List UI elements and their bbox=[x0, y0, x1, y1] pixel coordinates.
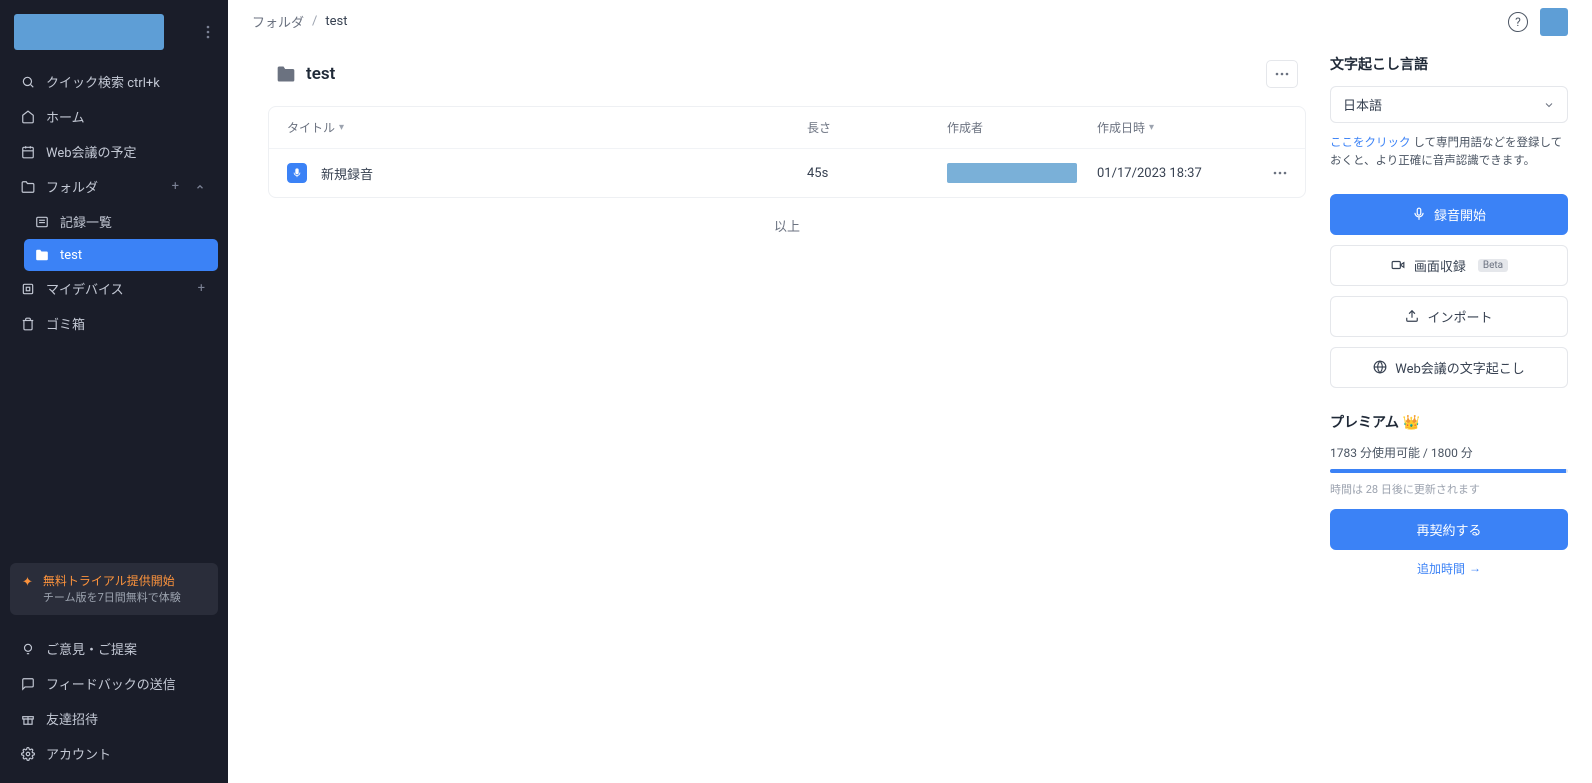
calendar-icon bbox=[20, 144, 36, 160]
trash-icon bbox=[20, 316, 36, 332]
nav-account-label: アカウント bbox=[46, 744, 111, 763]
mic-icon bbox=[287, 163, 307, 183]
gift-icon bbox=[20, 711, 36, 727]
nav-send-feedback[interactable]: フィードバックの送信 bbox=[10, 666, 218, 701]
quick-search-label: クイック検索 ctrl+k bbox=[46, 72, 160, 91]
chat-icon bbox=[20, 676, 36, 692]
quick-search[interactable]: クイック検索 ctrl+k bbox=[10, 64, 218, 99]
add-folder-button[interactable]: + bbox=[169, 179, 182, 194]
chevron-down-icon: ▾ bbox=[339, 122, 344, 133]
row-author bbox=[947, 163, 1077, 183]
language-select[interactable]: 日本語 bbox=[1330, 86, 1568, 123]
trial-card[interactable]: ✦ 無料トライアル提供開始 チーム版を7日間無料で体験 bbox=[10, 563, 218, 615]
add-time-link[interactable]: 追加時間 → bbox=[1330, 560, 1568, 577]
th-length[interactable]: 長さ bbox=[807, 119, 947, 136]
renew-note: 時間は 28 日後に更新されます bbox=[1330, 481, 1568, 497]
import-button[interactable]: インポート bbox=[1330, 296, 1568, 337]
lang-title: 文字起こし言語 bbox=[1330, 54, 1568, 74]
th-title[interactable]: タイトル▾ bbox=[287, 119, 807, 136]
nav-feedback-idea-label: ご意見・ご提案 bbox=[46, 639, 137, 658]
nav-folder-label: フォルダ bbox=[46, 177, 98, 196]
folder-icon bbox=[20, 179, 36, 195]
usage-progress bbox=[1330, 469, 1568, 473]
language-selected: 日本語 bbox=[1343, 95, 1382, 114]
mic-icon bbox=[1412, 207, 1426, 221]
premium-title: プレミアム 👑 bbox=[1330, 412, 1568, 432]
nav-folder-test-label: test bbox=[60, 248, 82, 263]
nav-my-device[interactable]: マイデバイス + bbox=[10, 271, 218, 306]
nav-home-label: ホーム bbox=[46, 107, 85, 126]
table-row[interactable]: 新規録音 45s 01/17/2023 18:37 bbox=[269, 149, 1305, 197]
globe-icon bbox=[1373, 360, 1387, 374]
nav-folder[interactable]: フォルダ + bbox=[10, 169, 218, 204]
row-more-button[interactable] bbox=[1247, 171, 1287, 175]
folder-icon bbox=[276, 64, 296, 84]
crown-icon: 👑 bbox=[1403, 415, 1420, 431]
end-of-list: 以上 bbox=[268, 198, 1306, 253]
help-button[interactable]: ? bbox=[1508, 12, 1528, 32]
screen-record-button[interactable]: 画面収録 Beta bbox=[1330, 245, 1568, 286]
chevron-down-icon bbox=[1543, 99, 1555, 111]
trial-subtitle: チーム版を7日間無料で体験 bbox=[43, 590, 181, 605]
main: フォルダ / test ? test タイ bbox=[228, 0, 1592, 783]
search-icon bbox=[20, 74, 36, 90]
trial-title: 無料トライアル提供開始 bbox=[43, 573, 181, 590]
breadcrumb-current: test bbox=[325, 14, 347, 29]
lang-hint: ここをクリック して専門用語などを登録しておくと、より正確に音声認識できます。 bbox=[1330, 133, 1568, 170]
nav-folder-test[interactable]: test bbox=[24, 239, 218, 271]
row-length: 45s bbox=[807, 166, 947, 181]
folder-open-icon bbox=[34, 247, 50, 263]
list-icon bbox=[34, 214, 50, 230]
nav-invite-label: 友達招待 bbox=[46, 709, 98, 728]
breadcrumb-separator: / bbox=[312, 14, 317, 29]
nav-send-feedback-label: フィードバックの送信 bbox=[46, 674, 176, 693]
row-title: 新規録音 bbox=[321, 164, 373, 183]
hint-link[interactable]: ここをクリック bbox=[1330, 135, 1411, 149]
lightbulb-icon bbox=[20, 641, 36, 657]
avatar[interactable] bbox=[1540, 8, 1568, 36]
gear-icon bbox=[20, 746, 36, 762]
nav-my-device-label: マイデバイス bbox=[46, 279, 124, 298]
arrow-right-icon: → bbox=[1469, 561, 1481, 575]
breadcrumb: フォルダ / test bbox=[252, 12, 348, 31]
web-meeting-transcribe-button[interactable]: Web会議の文字起こし bbox=[1330, 347, 1568, 388]
sidebar-menu-button[interactable] bbox=[202, 21, 214, 43]
home-icon bbox=[20, 109, 36, 125]
add-device-button[interactable]: + bbox=[195, 281, 208, 296]
nav-trash[interactable]: ゴミ箱 bbox=[10, 306, 218, 341]
nav-records-list-label: 記録一覧 bbox=[60, 212, 112, 231]
nav-records-list[interactable]: 記録一覧 bbox=[24, 204, 218, 239]
th-author[interactable]: 作成者 bbox=[947, 119, 1097, 136]
record-button[interactable]: 録音開始 bbox=[1330, 194, 1568, 235]
nav-trash-label: ゴミ箱 bbox=[46, 314, 85, 333]
topbar: フォルダ / test ? bbox=[228, 0, 1592, 44]
logo[interactable] bbox=[14, 14, 164, 50]
right-panel: 文字起こし言語 日本語 ここをクリック して専門用語などを登録しておくと、より正… bbox=[1330, 44, 1568, 759]
row-date: 01/17/2023 18:37 bbox=[1097, 166, 1247, 181]
folder-more-button[interactable] bbox=[1266, 60, 1298, 88]
collapse-folder-button[interactable] bbox=[192, 182, 208, 192]
nav-web-meeting[interactable]: Web会議の予定 bbox=[10, 134, 218, 169]
nav-home[interactable]: ホーム bbox=[10, 99, 218, 134]
device-icon bbox=[20, 281, 36, 297]
sparkle-icon: ✦ bbox=[22, 575, 33, 590]
folder-title: test bbox=[306, 64, 335, 84]
breadcrumb-parent[interactable]: フォルダ bbox=[252, 12, 304, 31]
nav-feedback-idea[interactable]: ご意見・ご提案 bbox=[10, 631, 218, 666]
video-icon bbox=[1390, 258, 1406, 272]
nav-web-meeting-label: Web会議の予定 bbox=[46, 142, 137, 161]
beta-badge: Beta bbox=[1478, 259, 1508, 272]
record-table: タイトル▾ 長さ 作成者 作成日時▾ 新規録音 45s 01/17/202 bbox=[268, 106, 1306, 198]
th-date[interactable]: 作成日時▾ bbox=[1097, 119, 1247, 136]
nav-invite[interactable]: 友達招待 bbox=[10, 701, 218, 736]
usage-text: 1783 分使用可能 / 1800 分 bbox=[1330, 444, 1568, 461]
sidebar: クイック検索 ctrl+k ホーム Web会議の予定 フォルダ + 記録一 bbox=[0, 0, 228, 783]
renew-button[interactable]: 再契約する bbox=[1330, 509, 1568, 550]
upload-icon bbox=[1405, 309, 1419, 323]
nav-account[interactable]: アカウント bbox=[10, 736, 218, 771]
chevron-down-icon: ▾ bbox=[1149, 122, 1154, 133]
